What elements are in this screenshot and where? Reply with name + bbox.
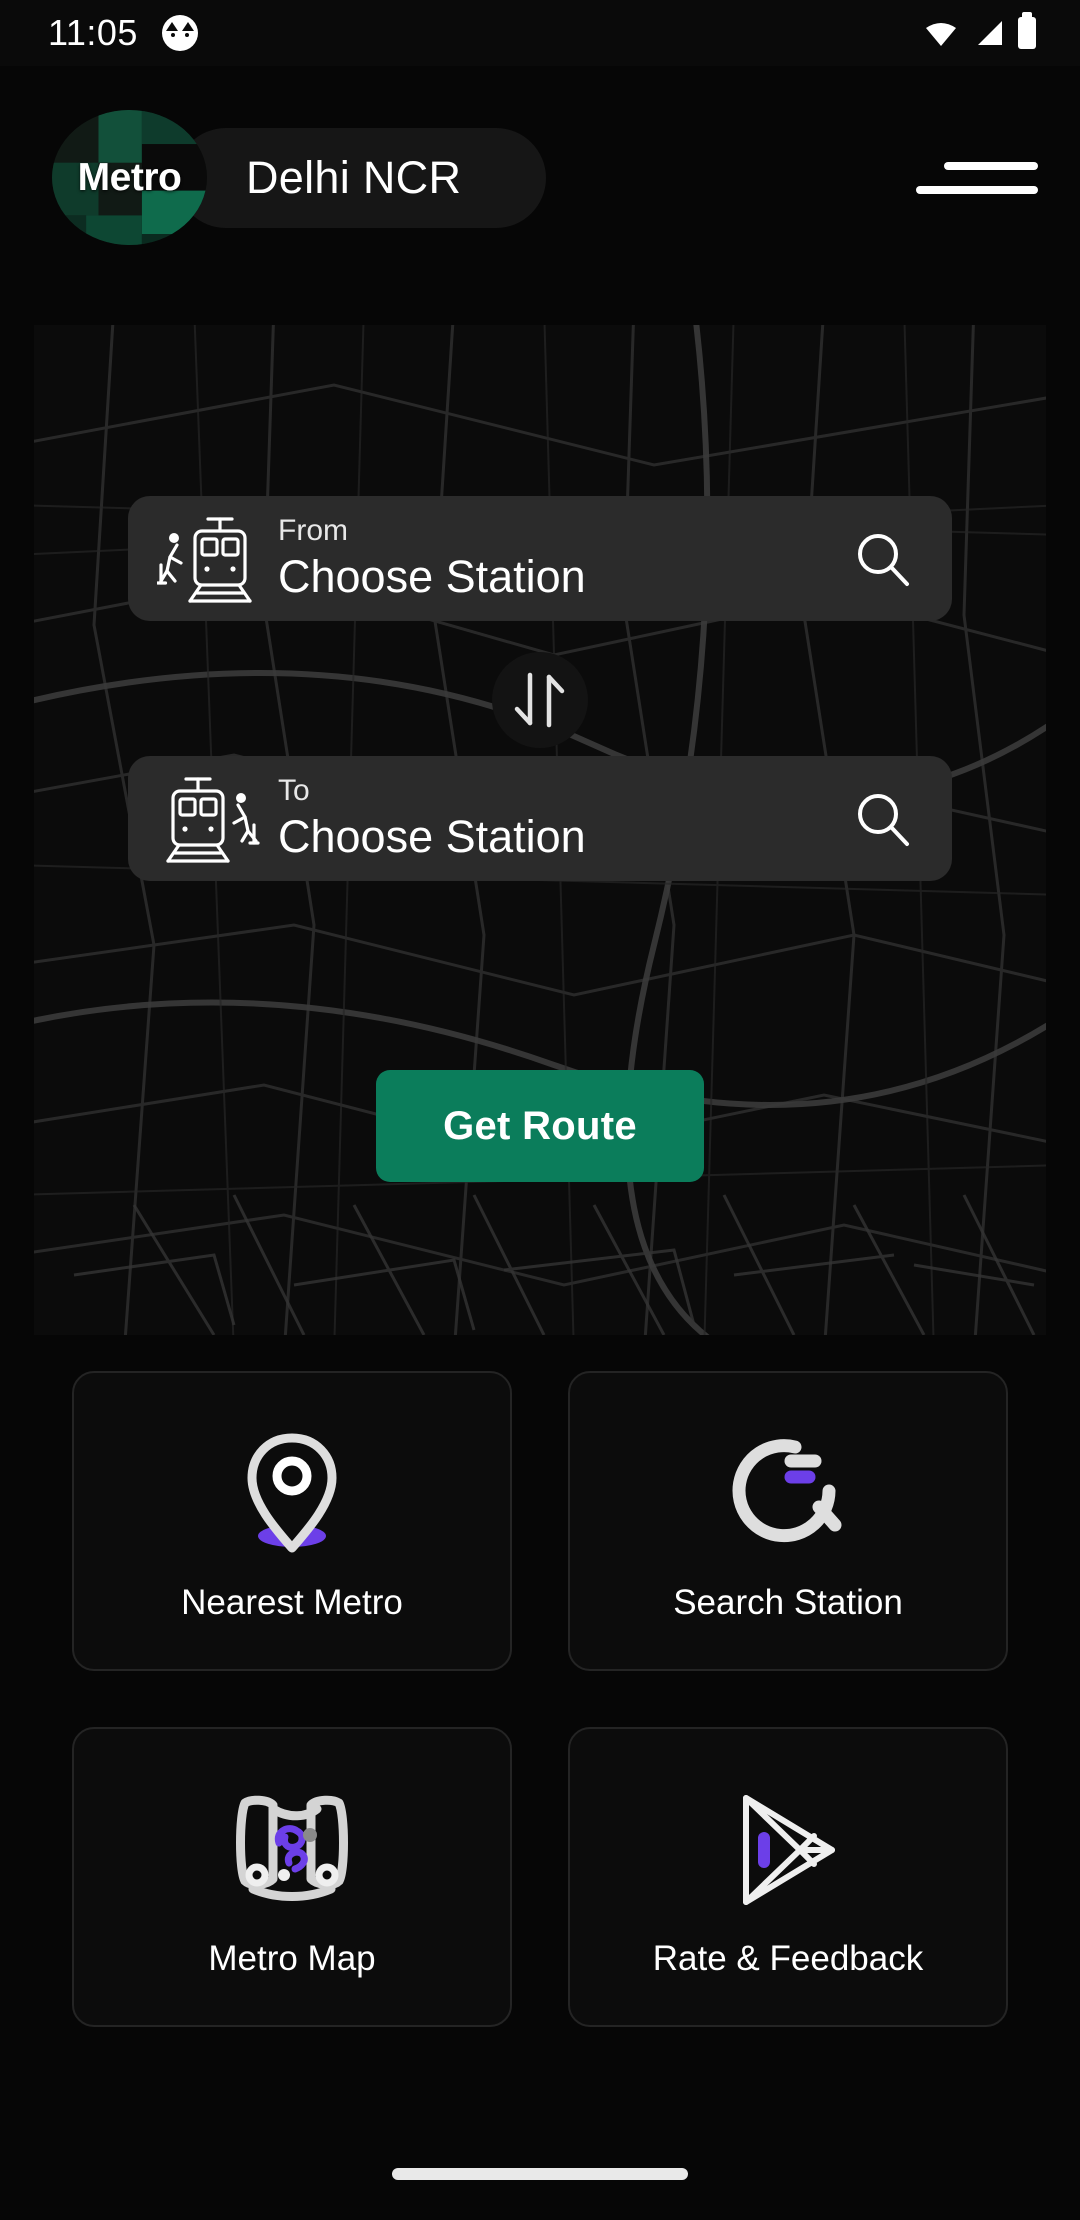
to-value: Choose Station <box>278 811 586 863</box>
location-pin-icon <box>228 1419 356 1569</box>
status-bar: 11:05 <box>0 0 1080 66</box>
from-field-texts: From Choose Station <box>278 514 844 603</box>
battery-icon <box>1018 12 1036 49</box>
swap-vertical-icon <box>514 672 565 728</box>
to-label: To <box>278 774 310 808</box>
search-circle-icon <box>723 1419 853 1569</box>
tile-label: Search Station <box>673 1583 903 1622</box>
cat-app-icon <box>161 15 198 51</box>
from-station-field[interactable]: From Choose Station <box>128 496 952 621</box>
get-route-button[interactable]: Get Route <box>376 1070 704 1182</box>
tile-label: Rate & Feedback <box>652 1939 924 1978</box>
from-search-icon[interactable] <box>844 520 922 598</box>
home-indicator[interactable] <box>392 2168 688 2180</box>
system-navigation-bar <box>0 2128 1080 2220</box>
city-selector[interactable]: Delhi NCR <box>176 128 546 228</box>
tile-metro-map[interactable]: Metro Map <box>72 1727 512 2027</box>
tile-nearest-metro[interactable]: Nearest Metro <box>72 1371 512 1671</box>
logo-text: Metro <box>77 155 182 199</box>
to-station-field[interactable]: To Choose Station <box>128 756 952 881</box>
hamburger-menu-icon[interactable] <box>908 148 1038 208</box>
train-arrival-icon <box>154 771 264 867</box>
to-search-icon[interactable] <box>844 780 922 858</box>
map-scroll-icon <box>223 1775 361 1925</box>
play-store-icon <box>722 1775 854 1925</box>
cellular-signal-icon <box>978 21 1002 45</box>
train-departure-icon <box>154 511 264 607</box>
get-route-label: Get Route <box>443 1103 637 1148</box>
from-label: From <box>278 514 348 548</box>
app-screen: 11:05 Delhi NCR Metro From Choose Statio… <box>0 0 1080 2220</box>
to-field-texts: To Choose Station <box>278 774 844 863</box>
quick-actions-grid: Nearest Metro Search Station Metro Map R… <box>72 1371 1008 2027</box>
status-bar-clock: 11:05 <box>48 12 138 53</box>
tile-search-station[interactable]: Search Station <box>568 1371 1008 1671</box>
city-name: Delhi NCR <box>246 152 462 203</box>
status-bar-indicators <box>924 12 1036 49</box>
from-value: Choose Station <box>278 551 586 603</box>
swap-stations-button[interactable] <box>492 652 588 748</box>
wifi-icon <box>926 23 956 46</box>
app-header: Delhi NCR Metro <box>0 110 1080 245</box>
tile-rate-feedback[interactable]: Rate & Feedback <box>568 1727 1008 2027</box>
tile-label: Nearest Metro <box>181 1583 403 1622</box>
tile-label: Metro Map <box>208 1939 376 1978</box>
app-logo: Metro <box>52 110 207 245</box>
